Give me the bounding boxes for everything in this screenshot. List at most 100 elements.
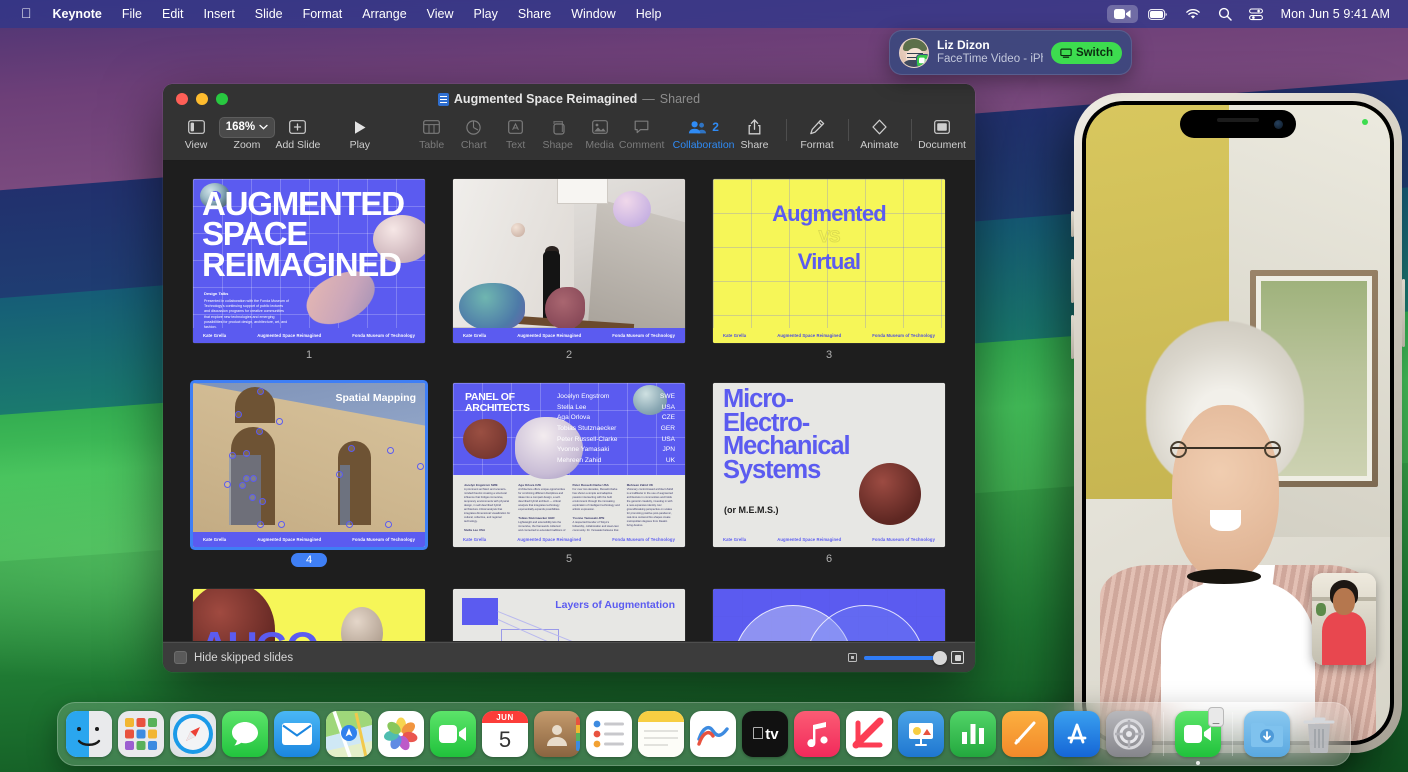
slide7-title: AUGO: [199, 623, 317, 641]
zoom-dropdown[interactable]: 168%: [219, 117, 275, 138]
toolbar-media-label: Media: [585, 140, 614, 151]
slide1-caption-title: Design Talks: [204, 291, 289, 297]
toolbar-play-button[interactable]: Play: [339, 115, 381, 151]
dock-item-launchpad[interactable]: [118, 711, 164, 757]
toolbar-zoom-control[interactable]: 168% Zoom: [226, 115, 268, 151]
animate-icon: [871, 117, 888, 137]
slide-thumbnail-2[interactable]: Kate Grella Augmented Space Reimagined F…: [453, 179, 685, 343]
dock-item-music[interactable]: [794, 711, 840, 757]
toolbar-share-button[interactable]: Share: [734, 115, 776, 151]
dock-item-tv[interactable]: tv: [742, 711, 788, 757]
menu-item-window[interactable]: Window: [561, 5, 625, 23]
dock-item-keynote[interactable]: [898, 711, 944, 757]
toolbar-shape-button[interactable]: Shape: [537, 115, 579, 151]
dock-item-system-settings[interactable]: [1106, 711, 1152, 757]
search-icon[interactable]: [1211, 4, 1239, 24]
small-thumbnail-icon[interactable]: [848, 653, 857, 662]
toolbar-add-slide-button[interactable]: Add Slide: [277, 115, 319, 151]
slide-thumbnail-5[interactable]: PANEL OFARCHITECTS Jocelyn EngstromSWE S…: [453, 383, 685, 547]
slide-thumbnail-6[interactable]: Micro-Electro-MechanicalSystems (or M.E.…: [713, 383, 945, 547]
slide-thumbnail-4[interactable]: Spatial Mapping Kat: [193, 383, 425, 547]
keynote-window[interactable]: Augmented Space Reimagined — Shared View…: [163, 84, 975, 672]
control-center-icon[interactable]: [1242, 5, 1270, 24]
menu-item-play[interactable]: Play: [464, 5, 508, 23]
toolbar-collaboration-button[interactable]: 2 Collaboration: [683, 115, 725, 151]
dock-item-maps[interactable]: [326, 711, 372, 757]
menu-item-help[interactable]: Help: [626, 5, 672, 23]
dock-item-photos[interactable]: [378, 711, 424, 757]
dock[interactable]: JUN 5 tv: [57, 702, 1351, 766]
dock-item-freeform[interactable]: [690, 711, 736, 757]
dock-item-news[interactable]: [846, 711, 892, 757]
slide-thumbnail-8[interactable]: Layers of Augmentation: [453, 589, 685, 641]
slide-cell[interactable]: PANEL OFARCHITECTS Jocelyn EngstromSWE S…: [453, 383, 685, 567]
dock-item-numbers[interactable]: [950, 711, 996, 757]
window-title: Augmented Space Reimagined — Shared: [163, 92, 975, 106]
dock-item-downloads[interactable]: [1244, 711, 1290, 757]
menu-item-slide[interactable]: Slide: [245, 5, 293, 23]
toolbar-format-button[interactable]: Format: [796, 115, 838, 151]
menu-item-arrange[interactable]: Arrange: [352, 5, 416, 23]
slide-cell[interactable]: PHYSICAL AUGMENTED VIRTUAL: [713, 589, 945, 641]
dock-item-safari[interactable]: [170, 711, 216, 757]
slide-thumbnail-9[interactable]: PHYSICAL AUGMENTED VIRTUAL: [713, 589, 945, 641]
dock-item-reminders[interactable]: [586, 711, 632, 757]
document-icon: [934, 117, 950, 137]
dock-item-notes[interactable]: [638, 711, 684, 757]
slide-cell[interactable]: Micro-Electro-MechanicalSystems (or M.E.…: [713, 383, 945, 567]
menu-item-format[interactable]: Format: [293, 5, 353, 23]
slide-thumbnail-1[interactable]: AUGMENTEDSPACEREIMAGINED Design TalksPre…: [193, 179, 425, 343]
dock-item-facetime-iphone[interactable]: [1175, 711, 1221, 757]
thumbnail-size-slider[interactable]: [848, 651, 964, 664]
slide-cell[interactable]: Augmented VS Virtual Kate Grella Augment…: [713, 179, 945, 361]
menu-bar-clock[interactable]: Mon Jun 5 9:41 AM: [1273, 5, 1396, 23]
menu-item-insert[interactable]: Insert: [194, 5, 245, 23]
menu-item-file[interactable]: File: [112, 5, 152, 23]
dock-item-trash[interactable]: [1296, 711, 1342, 757]
toolbar-text-button[interactable]: Text: [495, 115, 537, 151]
slider-track[interactable]: [864, 656, 944, 660]
dock-item-mail[interactable]: [274, 711, 320, 757]
toolbar-document-button[interactable]: Document: [921, 115, 963, 151]
slide-cell[interactable]: AUGMENTEDSPACEREIMAGINED Design TalksPre…: [193, 179, 425, 361]
toolbar-comment-button[interactable]: Comment: [621, 115, 663, 151]
comment-icon: [634, 117, 649, 137]
menu-item-edit[interactable]: Edit: [152, 5, 194, 23]
slide-cell[interactable]: Spatial Mapping Kat: [193, 383, 425, 567]
menu-item-view[interactable]: View: [417, 5, 464, 23]
apple-logo-icon[interactable]: : [10, 5, 43, 23]
switch-button[interactable]: Switch: [1051, 42, 1122, 64]
menu-item-keynote[interactable]: Keynote: [43, 5, 112, 23]
toolbar-table-button[interactable]: Table: [411, 115, 453, 151]
toolbar-chart-button[interactable]: Chart: [453, 115, 495, 151]
toolbar-animate-button[interactable]: Animate: [859, 115, 901, 151]
facetime-notification-banner[interactable]: Liz Dizon FaceTime Video - iPhone › Swit…: [889, 30, 1132, 75]
dock-item-finder[interactable]: [66, 711, 112, 757]
dock-item-calendar[interactable]: JUN 5: [482, 711, 528, 757]
toolbar-media-button[interactable]: Media: [579, 115, 621, 151]
dock-item-contacts[interactable]: [534, 711, 580, 757]
slide-thumbnail-7[interactable]: AUGO: [193, 589, 425, 641]
battery-icon[interactable]: [1141, 6, 1175, 23]
toolbar-divider-1: [786, 119, 787, 141]
dock-item-pages[interactable]: [1002, 711, 1048, 757]
slide-cell[interactable]: AUGO: [193, 589, 425, 641]
slide-cell[interactable]: Kate Grella Augmented Space Reimagined F…: [453, 179, 685, 361]
local-video-pip[interactable]: [1312, 573, 1376, 665]
dock-item-messages[interactable]: [222, 711, 268, 757]
iphone-device[interactable]: [1074, 93, 1402, 753]
slide-cell[interactable]: Layers of Augmentation: [453, 589, 685, 641]
slide-thumbnail-3[interactable]: Augmented VS Virtual Kate Grella Augment…: [713, 179, 945, 343]
slide-navigator[interactable]: AUGMENTEDSPACEREIMAGINED Design TalksPre…: [163, 161, 975, 641]
dock-item-facetime[interactable]: [430, 711, 476, 757]
dock-item-app-store[interactable]: [1054, 711, 1100, 757]
hide-skipped-slides-checkbox[interactable]: [174, 651, 187, 664]
slider-knob[interactable]: [933, 651, 947, 665]
screen-share-video-icon[interactable]: [1107, 5, 1138, 23]
facetime-call-view[interactable]: [1086, 105, 1390, 741]
toolbar-view-button[interactable]: View: [175, 115, 217, 151]
wifi-icon[interactable]: [1178, 5, 1208, 23]
menu-item-share[interactable]: Share: [508, 5, 561, 23]
slide-number: 1: [193, 349, 425, 361]
large-thumbnail-icon[interactable]: [951, 651, 964, 664]
